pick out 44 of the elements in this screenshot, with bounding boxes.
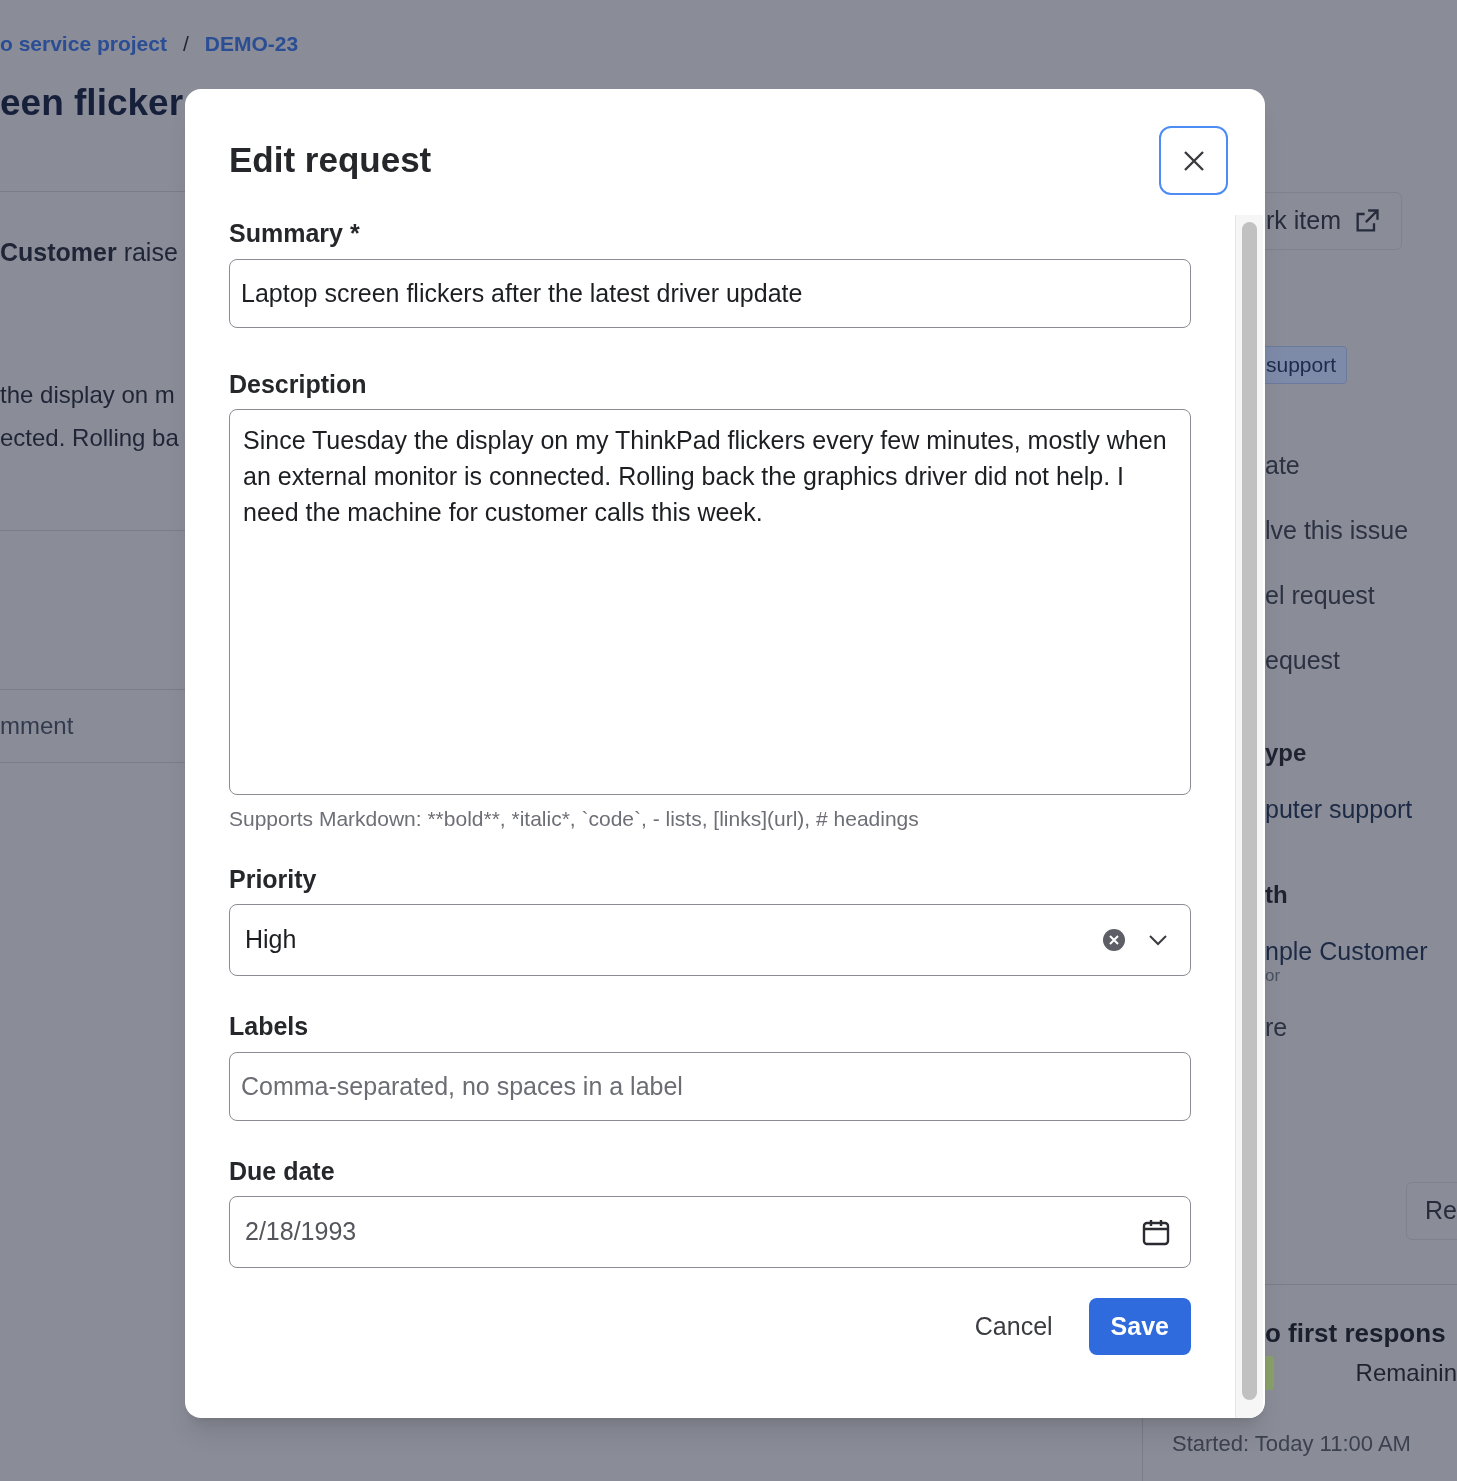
close-icon [1182,149,1205,172]
scrollbar-thumb[interactable] [1242,222,1257,1400]
description-text: ected. Rolling ba [0,422,180,453]
field-label: Due date [229,1155,336,1187]
side-button[interactable]: Re [1406,1181,1457,1240]
status-badge [1265,1355,1274,1390]
help-text: Supports Markdown: **bold**, *italic*, `code`, - lists, [links](url), # headings [229,806,920,832]
clear-icon[interactable] [1103,929,1125,951]
field-label: Priority [229,863,318,895]
sla-started: Started: Today 11:00 AM [1172,1430,1412,1458]
action-link[interactable]: equest [1265,644,1457,676]
issue-title: een flicker [0,81,185,125]
sla-remaining: Remainin [1355,1357,1457,1388]
comment-tab[interactable]: mment [0,689,185,762]
field-label: Summary * [229,218,361,249]
detail-text: re [1265,1011,1289,1042]
description-field[interactable]: Since Tuesday the display on my ThinkPad flickers every few minutes, mostly when an external monitor is connected. Rolling back the graphics driver did not help. I need the machine for customer calls this week. [229,409,1191,795]
field-label: Labels [229,1011,310,1042]
action-link[interactable]: lve this issue [1265,514,1457,546]
labels-field[interactable]: Comma-separated, no spaces in a label [229,1051,1191,1121]
summary-field[interactable]: Laptop screen flickers after the latest driver update [229,258,1191,328]
sla-title: o first respons [1265,1316,1447,1350]
date-field[interactable]: 2/18/1993 [229,1196,1191,1268]
field-value: nple Customer [1265,935,1429,966]
save-button[interactable]: Save [1088,1298,1191,1355]
field-label: th [1265,879,1289,910]
priority-select[interactable]: High [229,904,1191,976]
calendar-icon[interactable] [1142,1218,1170,1246]
tag-badge: support [1265,346,1348,384]
close-button[interactable] [1159,126,1228,195]
description-text: the display on m [0,379,176,410]
action-link[interactable]: ate [1265,449,1457,481]
cancel-button[interactable]: Cancel [974,1307,1053,1346]
field-label: ype [1265,737,1308,768]
breadcrumb-link[interactable]: DEMO-23 [204,28,299,60]
field-caption: or [1265,965,1282,986]
action-link[interactable]: el request [1265,579,1457,611]
reporter-line: Customer raise [0,237,179,268]
breadcrumb-separator: / [182,31,189,57]
breadcrumb-link[interactable]: o service project [0,28,167,60]
dialog-title: Edit request [229,139,432,182]
field-value: puter support [1265,793,1414,824]
field-label: Description [229,368,368,400]
chevron-down-icon [1148,934,1168,946]
